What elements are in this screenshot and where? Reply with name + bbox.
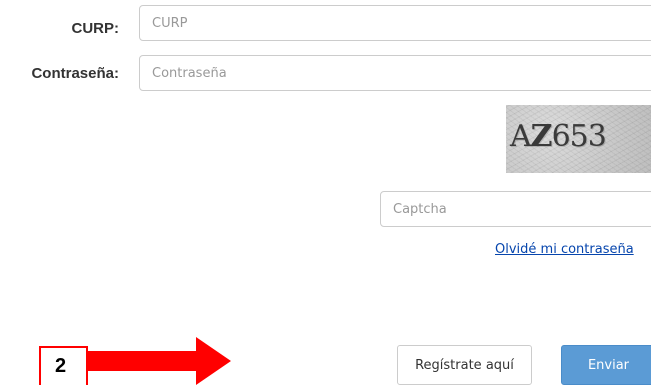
captcha-image-text: AZ653 bbox=[510, 119, 607, 154]
register-button[interactable]: Regístrate aquí bbox=[397, 345, 532, 385]
arrow-right-icon bbox=[86, 337, 231, 385]
step-number: 2 bbox=[55, 355, 67, 377]
forgot-password-link[interactable]: Olvidé mi contraseña bbox=[495, 242, 634, 257]
password-input[interactable] bbox=[139, 55, 651, 91]
login-form-page: CURP: Contraseña: AZ653 Olvidé mi contra… bbox=[0, 0, 651, 385]
captcha-image: AZ653 bbox=[506, 105, 651, 173]
curp-label: CURP: bbox=[71, 20, 120, 37]
submit-button[interactable]: Enviar bbox=[561, 345, 651, 385]
captcha-input[interactable] bbox=[380, 191, 651, 227]
curp-input[interactable] bbox=[139, 5, 651, 41]
password-label: Contraseña: bbox=[31, 65, 119, 82]
